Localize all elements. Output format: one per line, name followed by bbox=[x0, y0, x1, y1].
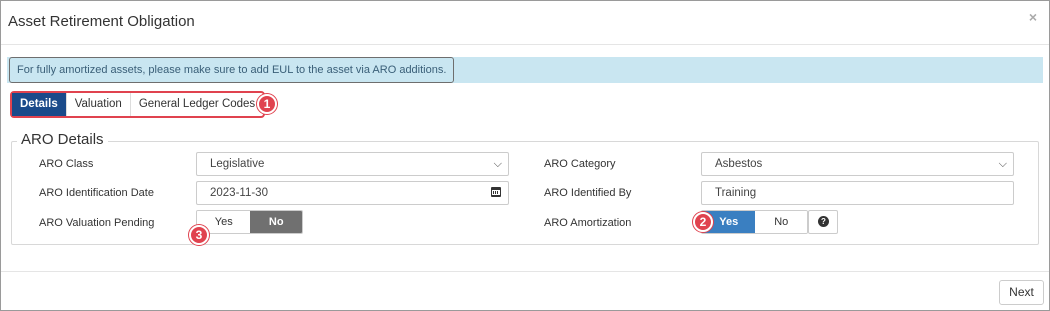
aro-category-select[interactable]: Asbestos ⌵ bbox=[701, 152, 1014, 176]
amortization-no-option[interactable]: No bbox=[755, 211, 807, 233]
aro-valuation-pending-label: ARO Valuation Pending bbox=[39, 217, 155, 229]
aro-valuation-pending-toggle: Yes No bbox=[196, 210, 303, 234]
info-banner: For fully amortized assets, please make … bbox=[7, 57, 1043, 83]
callout-badge-2: 2 bbox=[693, 212, 713, 232]
tab-details[interactable]: Details bbox=[12, 93, 67, 116]
info-banner-text: For fully amortized assets, please make … bbox=[9, 57, 455, 83]
tab-bar: Details Valuation General Ledger Codes bbox=[10, 91, 266, 118]
aro-identification-date-value: 2023-11-30 bbox=[210, 187, 268, 199]
callout-badge-1: 1 bbox=[257, 94, 277, 114]
valuation-pending-no-option[interactable]: No bbox=[250, 211, 302, 233]
calendar-icon[interactable] bbox=[491, 187, 501, 197]
aro-class-value: Legislative bbox=[210, 158, 265, 170]
aro-identified-by-input[interactable]: Training bbox=[701, 181, 1014, 205]
aro-identified-by-label: ARO Identified By bbox=[544, 187, 632, 199]
aro-modal: Asset Retirement Obligation × For fully … bbox=[0, 0, 1050, 311]
footer-divider bbox=[1, 271, 1049, 272]
close-icon[interactable]: × bbox=[1029, 9, 1037, 25]
tab-valuation[interactable]: Valuation bbox=[67, 93, 131, 116]
tab-general-ledger-codes[interactable]: General Ledger Codes bbox=[131, 93, 263, 116]
aro-identification-date-label: ARO Identification Date bbox=[39, 187, 154, 199]
chevron-down-icon: ⌵ bbox=[998, 158, 1007, 170]
callout-badge-3: 3 bbox=[189, 225, 209, 245]
next-button[interactable]: Next bbox=[999, 280, 1044, 305]
question-circle-icon: ? bbox=[818, 216, 829, 227]
aro-class-select[interactable]: Legislative ⌵ bbox=[196, 152, 509, 176]
aro-identification-date-input[interactable]: 2023-11-30 bbox=[196, 181, 509, 205]
modal-title: Asset Retirement Obligation bbox=[8, 13, 195, 30]
aro-class-label: ARO Class bbox=[39, 158, 94, 170]
aro-identified-by-value: Training bbox=[715, 187, 757, 199]
aro-amortization-toggle: Yes No bbox=[701, 210, 808, 234]
aro-category-value: Asbestos bbox=[715, 158, 763, 170]
chevron-down-icon: ⌵ bbox=[493, 158, 502, 170]
aro-category-label: ARO Category bbox=[544, 158, 616, 170]
aro-details-legend: ARO Details bbox=[17, 131, 108, 148]
aro-amortization-help-button[interactable]: ? bbox=[808, 210, 838, 234]
modal-header: Asset Retirement Obligation × bbox=[1, 1, 1049, 45]
aro-amortization-label: ARO Amortization bbox=[544, 217, 632, 229]
